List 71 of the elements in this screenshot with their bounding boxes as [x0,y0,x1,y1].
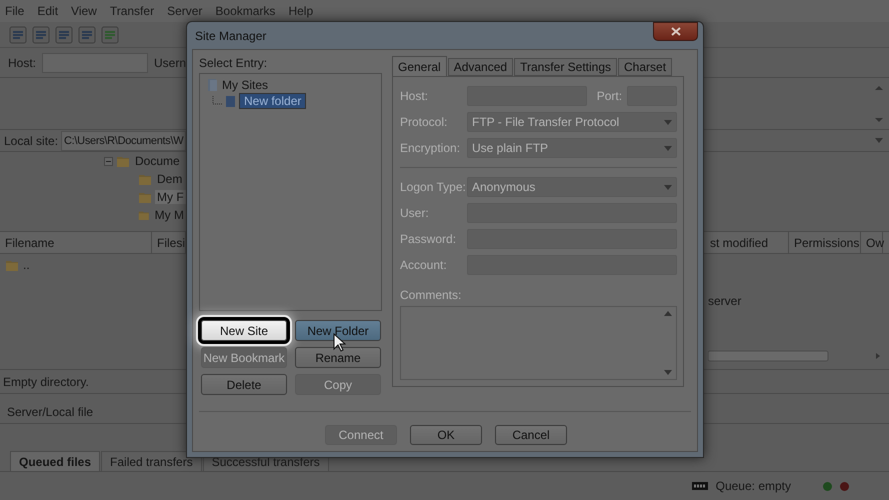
tree-item[interactable]: My F [155,190,186,204]
entry-button[interactable]: New Folder [295,320,381,341]
menu-item[interactable]: Edit [37,4,58,18]
port-label: Port: [596,89,622,103]
field-label: Account: [400,258,448,272]
remote-message: server [708,294,742,308]
local-path-field[interactable]: C:\Users\R\Documents\W [61,130,186,150]
settings-tab[interactable]: Transfer Settings [514,58,618,76]
status-message: Empty directory. [2,374,89,388]
settings-tab[interactable]: Charset [618,58,672,76]
column-header[interactable]: Ow [861,232,883,253]
scroll-up-icon [664,311,672,316]
menu-item[interactable]: Transfer [110,4,154,18]
dropdown-arrow-icon [875,138,883,143]
settings-tab[interactable]: Advanced [448,58,514,76]
tree-item[interactable]: New folder [239,93,306,109]
tree-item[interactable]: My Sites [222,78,268,92]
host-label: Host: [8,56,36,70]
tree-item[interactable]: Docume [133,154,182,168]
close-button[interactable] [653,22,698,41]
file-name[interactable]: .. [23,258,30,272]
dropdown[interactable]: Anonymous [467,177,677,197]
field-label: Encryption: [400,141,462,155]
menu-item[interactable]: View [71,4,97,18]
field-label: User: [400,206,430,220]
menu-item[interactable]: Help [288,4,314,18]
username-label: Usern [154,56,186,70]
settings-tab[interactable]: General [392,56,447,76]
field-label: Logon Type: [400,180,467,194]
field-label: Protocol: [400,115,448,129]
menu-item[interactable]: Server [167,4,202,18]
scrollbar-icon [875,84,883,124]
comments-label: Comments: [400,288,462,302]
column-header[interactable]: Permissions [789,232,861,253]
sites-icon [206,78,219,92]
tree-item[interactable]: Dem [155,172,184,186]
field-label: Password: [400,232,458,246]
speed-limit-icon [692,482,708,490]
local-site-label: Local site: [4,134,58,148]
column-header[interactable]: Server/Local file [0,404,94,418]
comments-field[interactable] [400,306,677,380]
window-title: Site Manager [194,28,266,42]
folder-icon [138,190,152,204]
entry-button[interactable]: Delete [201,374,287,395]
activity-light-icon [823,482,832,490]
column-header[interactable]: st modified [705,232,789,253]
dialog-button[interactable]: Cancel [495,425,567,445]
select-entry-label: Select Entry: [199,56,268,70]
dropdown-arrow-icon [664,120,672,124]
folder-icon [5,258,19,272]
dialog-button[interactable]: OK [410,425,482,445]
activity-light-icon [840,482,849,490]
column-header[interactable]: Filename [0,232,152,253]
dropdown[interactable]: Use plain FTP [467,138,677,158]
queue-tab[interactable]: Failed transfers [101,451,202,471]
host-label: Host: [400,89,430,103]
queue-status: Queue: empty [716,479,791,493]
collapse-icon[interactable] [104,156,113,166]
dropdown-arrow-icon [664,146,672,150]
menu-item[interactable]: File [5,4,24,18]
dropdown-arrow-icon [664,184,672,190]
dropdown-arrow-icon [664,370,672,375]
queue-tab[interactable]: Queued files [10,451,100,471]
dropdown[interactable]: FTP - File Transfer Protocol [467,112,677,132]
folder-icon [225,94,236,108]
folder-icon [138,172,152,186]
close-icon [670,27,682,36]
entry-button[interactable]: Rename [295,347,381,368]
tree-item[interactable]: My M [152,208,186,222]
menu-item[interactable]: Bookmarks [215,4,276,18]
folder-icon [116,154,130,168]
